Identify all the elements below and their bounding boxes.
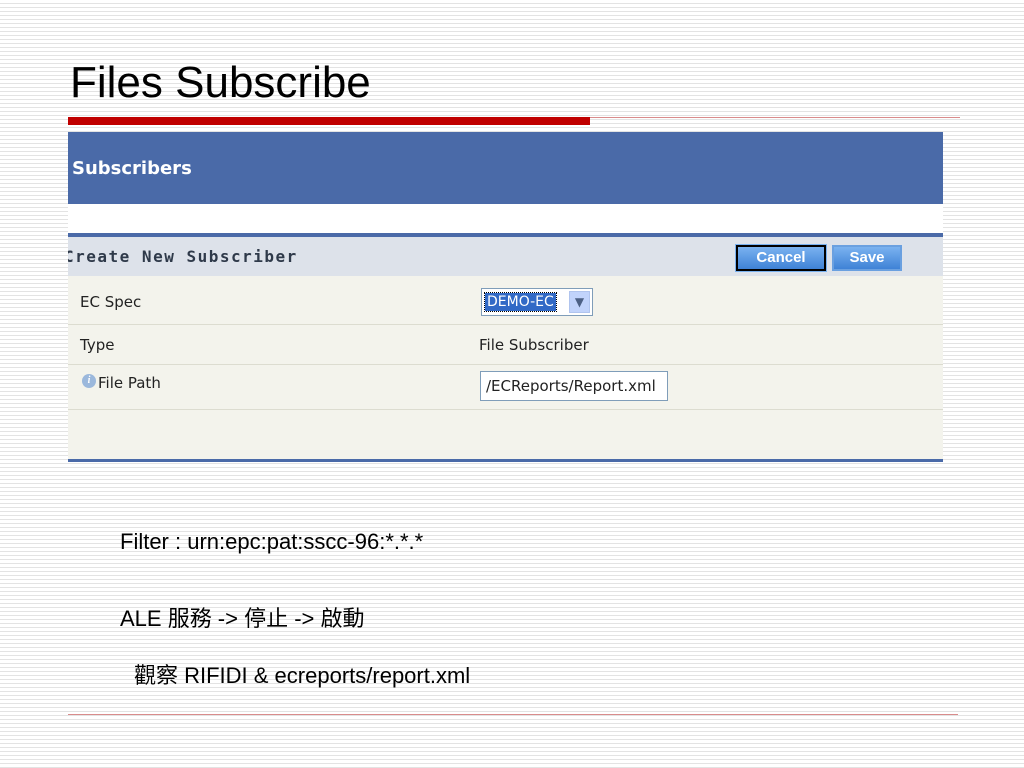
ec-spec-select[interactable]: DEMO-EC ▼ — [481, 288, 593, 316]
chevron-down-icon[interactable]: ▼ — [569, 291, 590, 313]
file-path-label: File Path — [98, 374, 161, 392]
ec-spec-row: EC Spec DEMO-EC ▼ — [68, 276, 943, 325]
info-icon[interactable]: i — [82, 374, 96, 388]
slide-title: Files Subscribe — [70, 58, 371, 107]
file-path-input[interactable]: /ECReports/Report.xml — [480, 371, 668, 401]
title-underline-red — [68, 117, 590, 125]
type-row: Type File Subscriber — [68, 324, 943, 365]
file-path-row: i File Path /ECReports/Report.xml — [68, 364, 943, 410]
ale-service-note: ALE 服務 -> 停止 -> 啟動 — [120, 606, 365, 631]
filter-note: Filter : urn:epc:pat:sscc-96:*.*.* — [120, 529, 424, 554]
subscribers-header-title: Subscribers — [72, 158, 192, 179]
bottom-divider — [68, 714, 958, 715]
type-value: File Subscriber — [479, 336, 589, 354]
panel-header: Create New Subscriber Cancel Save — [68, 237, 943, 276]
create-subscriber-panel: Create New Subscriber Cancel Save EC Spe… — [68, 233, 943, 462]
title-underline-thin — [590, 117, 960, 118]
save-button[interactable]: Save — [832, 245, 902, 271]
ec-spec-selected-value: DEMO-EC — [484, 292, 557, 312]
subscribers-header: Subscribers — [68, 132, 943, 204]
embedded-screenshot: Subscribers Create New Subscriber Cancel… — [68, 132, 943, 462]
panel-title: Create New Subscriber — [68, 247, 298, 266]
type-label: Type — [80, 336, 115, 354]
cancel-button[interactable]: Cancel — [735, 244, 827, 272]
observe-note: 觀察 RIFIDI & ecreports/report.xml — [134, 663, 471, 688]
file-path-label-group: i File Path — [82, 374, 161, 392]
ec-spec-label: EC Spec — [80, 293, 142, 311]
